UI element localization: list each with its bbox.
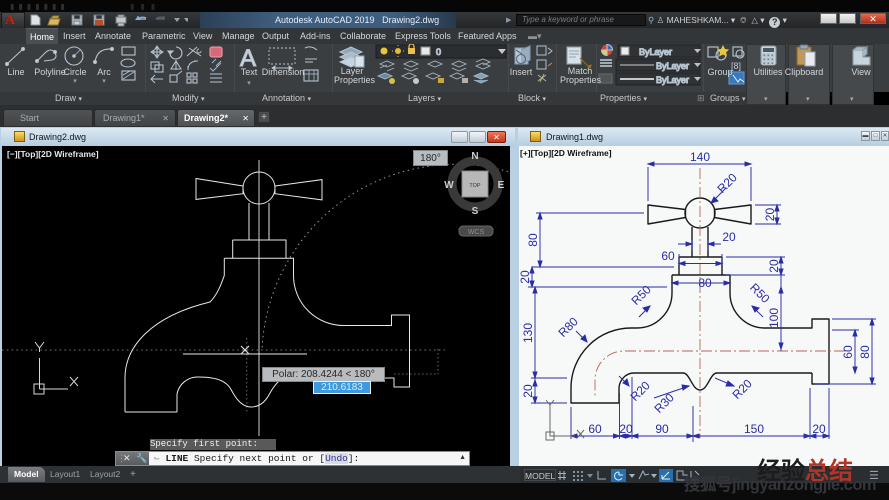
- svg-text:20: 20: [521, 384, 535, 398]
- svg-text:R20: R20: [714, 170, 740, 196]
- svg-text:E: E: [498, 180, 505, 191]
- svg-text:60: 60: [661, 249, 675, 263]
- svg-text:ByLayer: ByLayer: [656, 61, 689, 71]
- svg-text:R20: R20: [627, 378, 653, 404]
- svg-text:80: 80: [698, 276, 712, 290]
- svg-text:WCS: WCS: [468, 229, 485, 236]
- svg-text:90: 90: [655, 422, 669, 436]
- svg-text:100: 100: [767, 308, 781, 328]
- svg-text:20: 20: [519, 270, 532, 284]
- svg-text:20: 20: [619, 422, 633, 436]
- svg-text:R20: R20: [729, 376, 755, 402]
- svg-text:R80: R80: [555, 314, 581, 340]
- svg-text:S: S: [472, 206, 479, 217]
- svg-text:20: 20: [722, 230, 736, 244]
- svg-text:R50: R50: [628, 282, 654, 308]
- svg-text:130: 130: [521, 323, 535, 343]
- svg-text:R30: R30: [651, 390, 677, 416]
- svg-text:R50: R50: [747, 280, 773, 306]
- svg-text:60: 60: [841, 345, 855, 359]
- svg-text:0: 0: [436, 47, 441, 57]
- svg-text:N: N: [471, 151, 478, 162]
- svg-text:80: 80: [526, 233, 540, 247]
- svg-text:20: 20: [763, 208, 777, 222]
- svg-text:20: 20: [812, 422, 826, 436]
- svg-text:20: 20: [767, 259, 781, 273]
- svg-text:80: 80: [858, 345, 872, 359]
- svg-text:W: W: [444, 180, 454, 191]
- svg-text:ByLayer: ByLayer: [656, 75, 689, 85]
- svg-text:TOP: TOP: [469, 183, 481, 189]
- svg-text:60: 60: [588, 422, 602, 436]
- svg-text:140: 140: [690, 150, 710, 164]
- svg-text:150: 150: [744, 422, 764, 436]
- svg-text:ByLayer: ByLayer: [639, 47, 672, 57]
